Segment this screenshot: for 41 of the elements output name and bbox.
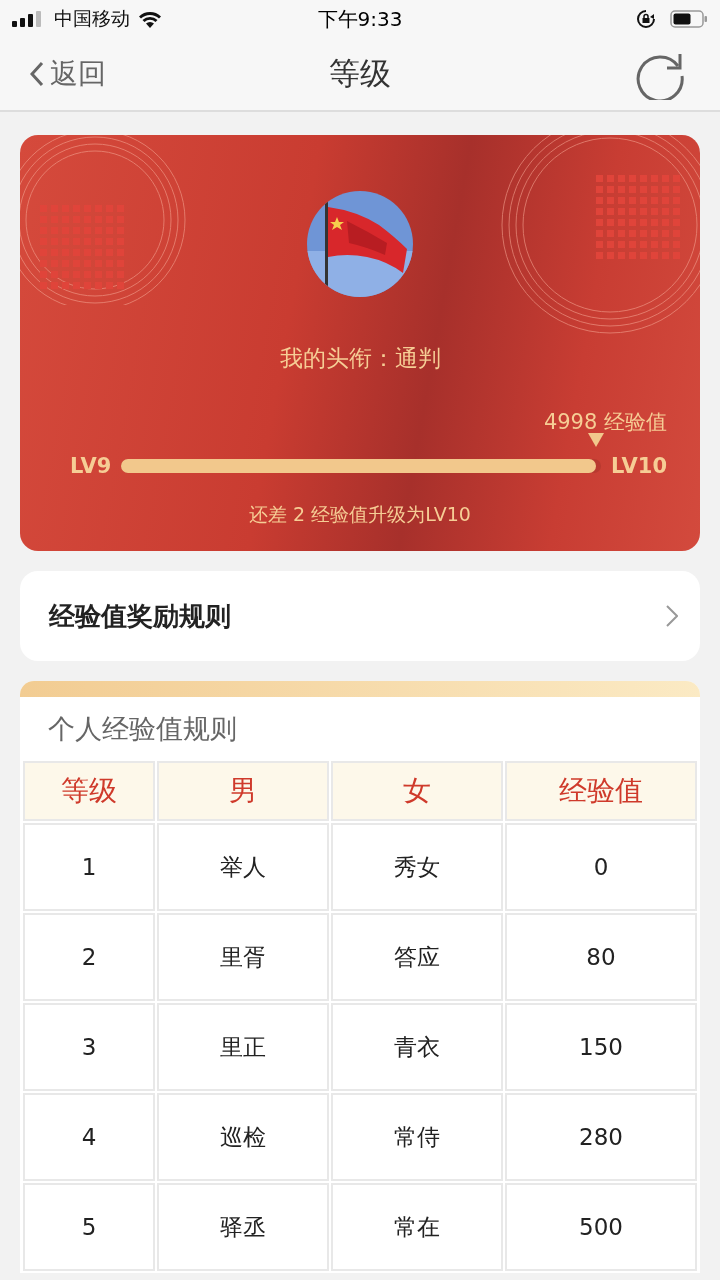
table-cell: 80 <box>505 913 697 1001</box>
rank-title: 我的头衔：通判 <box>279 344 441 373</box>
table-cell: 5 <box>23 1183 155 1271</box>
page-title: 等级 <box>328 54 392 93</box>
rotation-lock-icon <box>636 9 656 29</box>
column-header: 等级 <box>23 761 155 821</box>
column-header: 女 <box>331 761 503 821</box>
table-cell: 里胥 <box>157 913 329 1001</box>
table-cell: 常在 <box>331 1183 503 1271</box>
back-button[interactable]: 返回 <box>30 55 106 93</box>
table-cell: 里正 <box>157 1003 329 1091</box>
table-cell: 举人 <box>157 823 329 911</box>
table-cell: 秀女 <box>331 823 503 911</box>
column-header: 男 <box>157 761 329 821</box>
chevron-icon <box>666 605 678 627</box>
table-cell: 2 <box>23 913 155 1001</box>
wifi-icon <box>138 10 162 28</box>
back-icon <box>30 61 44 87</box>
table-cell: 驿丞 <box>157 1183 329 1271</box>
table-cell: 答应 <box>331 913 503 1001</box>
clock-time: 下午9:33 <box>316 5 404 33</box>
table-cell: 150 <box>505 1003 697 1091</box>
table-cell: 280 <box>505 1093 697 1181</box>
pointer-icon <box>588 433 605 447</box>
points-label: 4998 经验值 <box>543 409 667 436</box>
rules-link[interactable]: 经验值奖励规则 <box>20 571 700 661</box>
level-label: LV10 <box>611 454 667 478</box>
table-cell: 3 <box>23 1003 155 1091</box>
table-cell: 1 <box>23 823 155 911</box>
column-header: 经验值 <box>505 761 697 821</box>
table-cell: 常侍 <box>331 1093 503 1181</box>
table-cell: 500 <box>505 1183 697 1271</box>
remaining-text: 还差 2 经验值升级为LV10 <box>249 502 471 527</box>
battery-icon <box>670 10 708 28</box>
table-cell: 巡检 <box>157 1093 329 1181</box>
table-cell: 0 <box>505 823 697 911</box>
carrier-name: 中国移动 <box>54 6 130 31</box>
table-title: 个人经验值规则 <box>47 712 238 746</box>
level-label: LV9 <box>70 454 112 478</box>
table-cell: 4 <box>23 1093 155 1181</box>
table-cell: 青衣 <box>331 1003 503 1091</box>
